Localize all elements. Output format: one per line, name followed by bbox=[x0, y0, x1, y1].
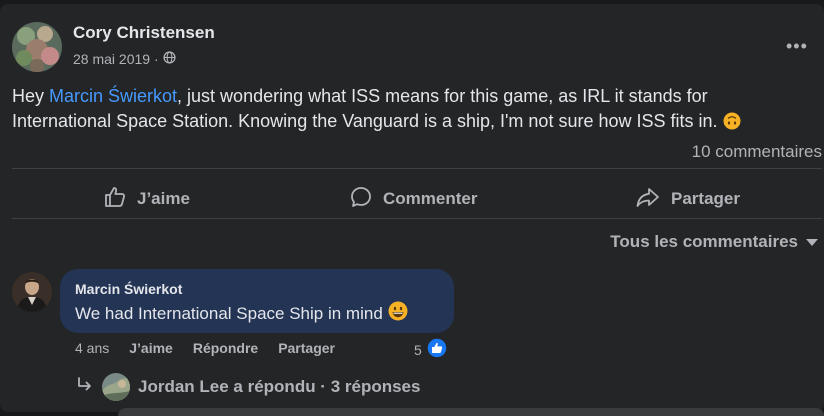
speech-bubble-icon bbox=[349, 185, 373, 214]
comment-button-label: Commenter bbox=[383, 189, 478, 208]
post-author-avatar[interactable] bbox=[12, 22, 62, 72]
caret-down-icon bbox=[806, 232, 818, 252]
divider bbox=[12, 218, 822, 219]
like-button-label: J’aime bbox=[137, 189, 190, 208]
replies-summary: Jordan Lee a répondu · 3 réponses bbox=[138, 377, 421, 396]
reply-arrow-icon bbox=[76, 376, 94, 399]
post-date[interactable]: 28 mai 2019 · bbox=[73, 51, 159, 67]
post-meta: 28 mai 2019 · bbox=[73, 51, 176, 67]
comment-actions: 4 ans J’aime Répondre Partager bbox=[75, 340, 335, 356]
comment-author-avatar[interactable] bbox=[12, 272, 52, 312]
post-text: Hey Marcin Świerkot, just wondering what… bbox=[12, 84, 802, 134]
comment-share-button[interactable]: Partager bbox=[278, 340, 335, 356]
more-options-button[interactable]: ••• bbox=[786, 36, 808, 57]
comment-count-link[interactable]: 10 commentaires bbox=[692, 142, 822, 162]
divider bbox=[12, 168, 822, 169]
like-reaction-icon bbox=[426, 337, 448, 362]
share-button[interactable]: Partager bbox=[635, 185, 740, 213]
reply-author-avatar bbox=[102, 373, 130, 401]
comment-time[interactable]: 4 ans bbox=[75, 340, 109, 356]
comments-filter-label: Tous les commentaires bbox=[610, 232, 798, 251]
share-arrow-icon bbox=[635, 185, 661, 214]
share-button-label: Partager bbox=[671, 189, 740, 208]
comment-like-button[interactable]: J’aime bbox=[129, 340, 173, 356]
comment-reactions[interactable]: 5 bbox=[414, 337, 448, 362]
comments-filter-dropdown[interactable]: Tous les commentaires bbox=[610, 232, 818, 252]
thumbs-up-icon bbox=[103, 185, 127, 214]
post-text-prefix: Hey bbox=[12, 86, 50, 106]
mention-link[interactable]: Marcin Świerkot bbox=[49, 86, 177, 106]
comment-reply-button[interactable]: Répondre bbox=[193, 340, 258, 356]
comment-bubble: Marcin Świerkot We had International Spa… bbox=[60, 269, 454, 333]
like-button[interactable]: J’aime bbox=[103, 185, 190, 213]
post-author-name[interactable]: Cory Christensen bbox=[73, 23, 215, 43]
upside-down-face-emoji-icon bbox=[723, 112, 741, 130]
comment-composer-edge bbox=[118, 408, 824, 416]
comment-text: We had International Space Ship in mind bbox=[75, 301, 408, 326]
globe-icon bbox=[163, 51, 176, 67]
comment-text-body: We had International Space Ship in mind bbox=[75, 303, 383, 323]
comment-button[interactable]: Commenter bbox=[349, 185, 477, 213]
comment-author-name[interactable]: Marcin Świerkot bbox=[75, 281, 182, 297]
view-replies-link[interactable]: Jordan Lee a répondu · 3 réponses bbox=[76, 373, 420, 401]
post-card: Cory Christensen 28 mai 2019 · ••• Hey M… bbox=[0, 4, 824, 416]
grinning-face-emoji-icon bbox=[388, 301, 408, 326]
reaction-count: 5 bbox=[414, 341, 422, 358]
